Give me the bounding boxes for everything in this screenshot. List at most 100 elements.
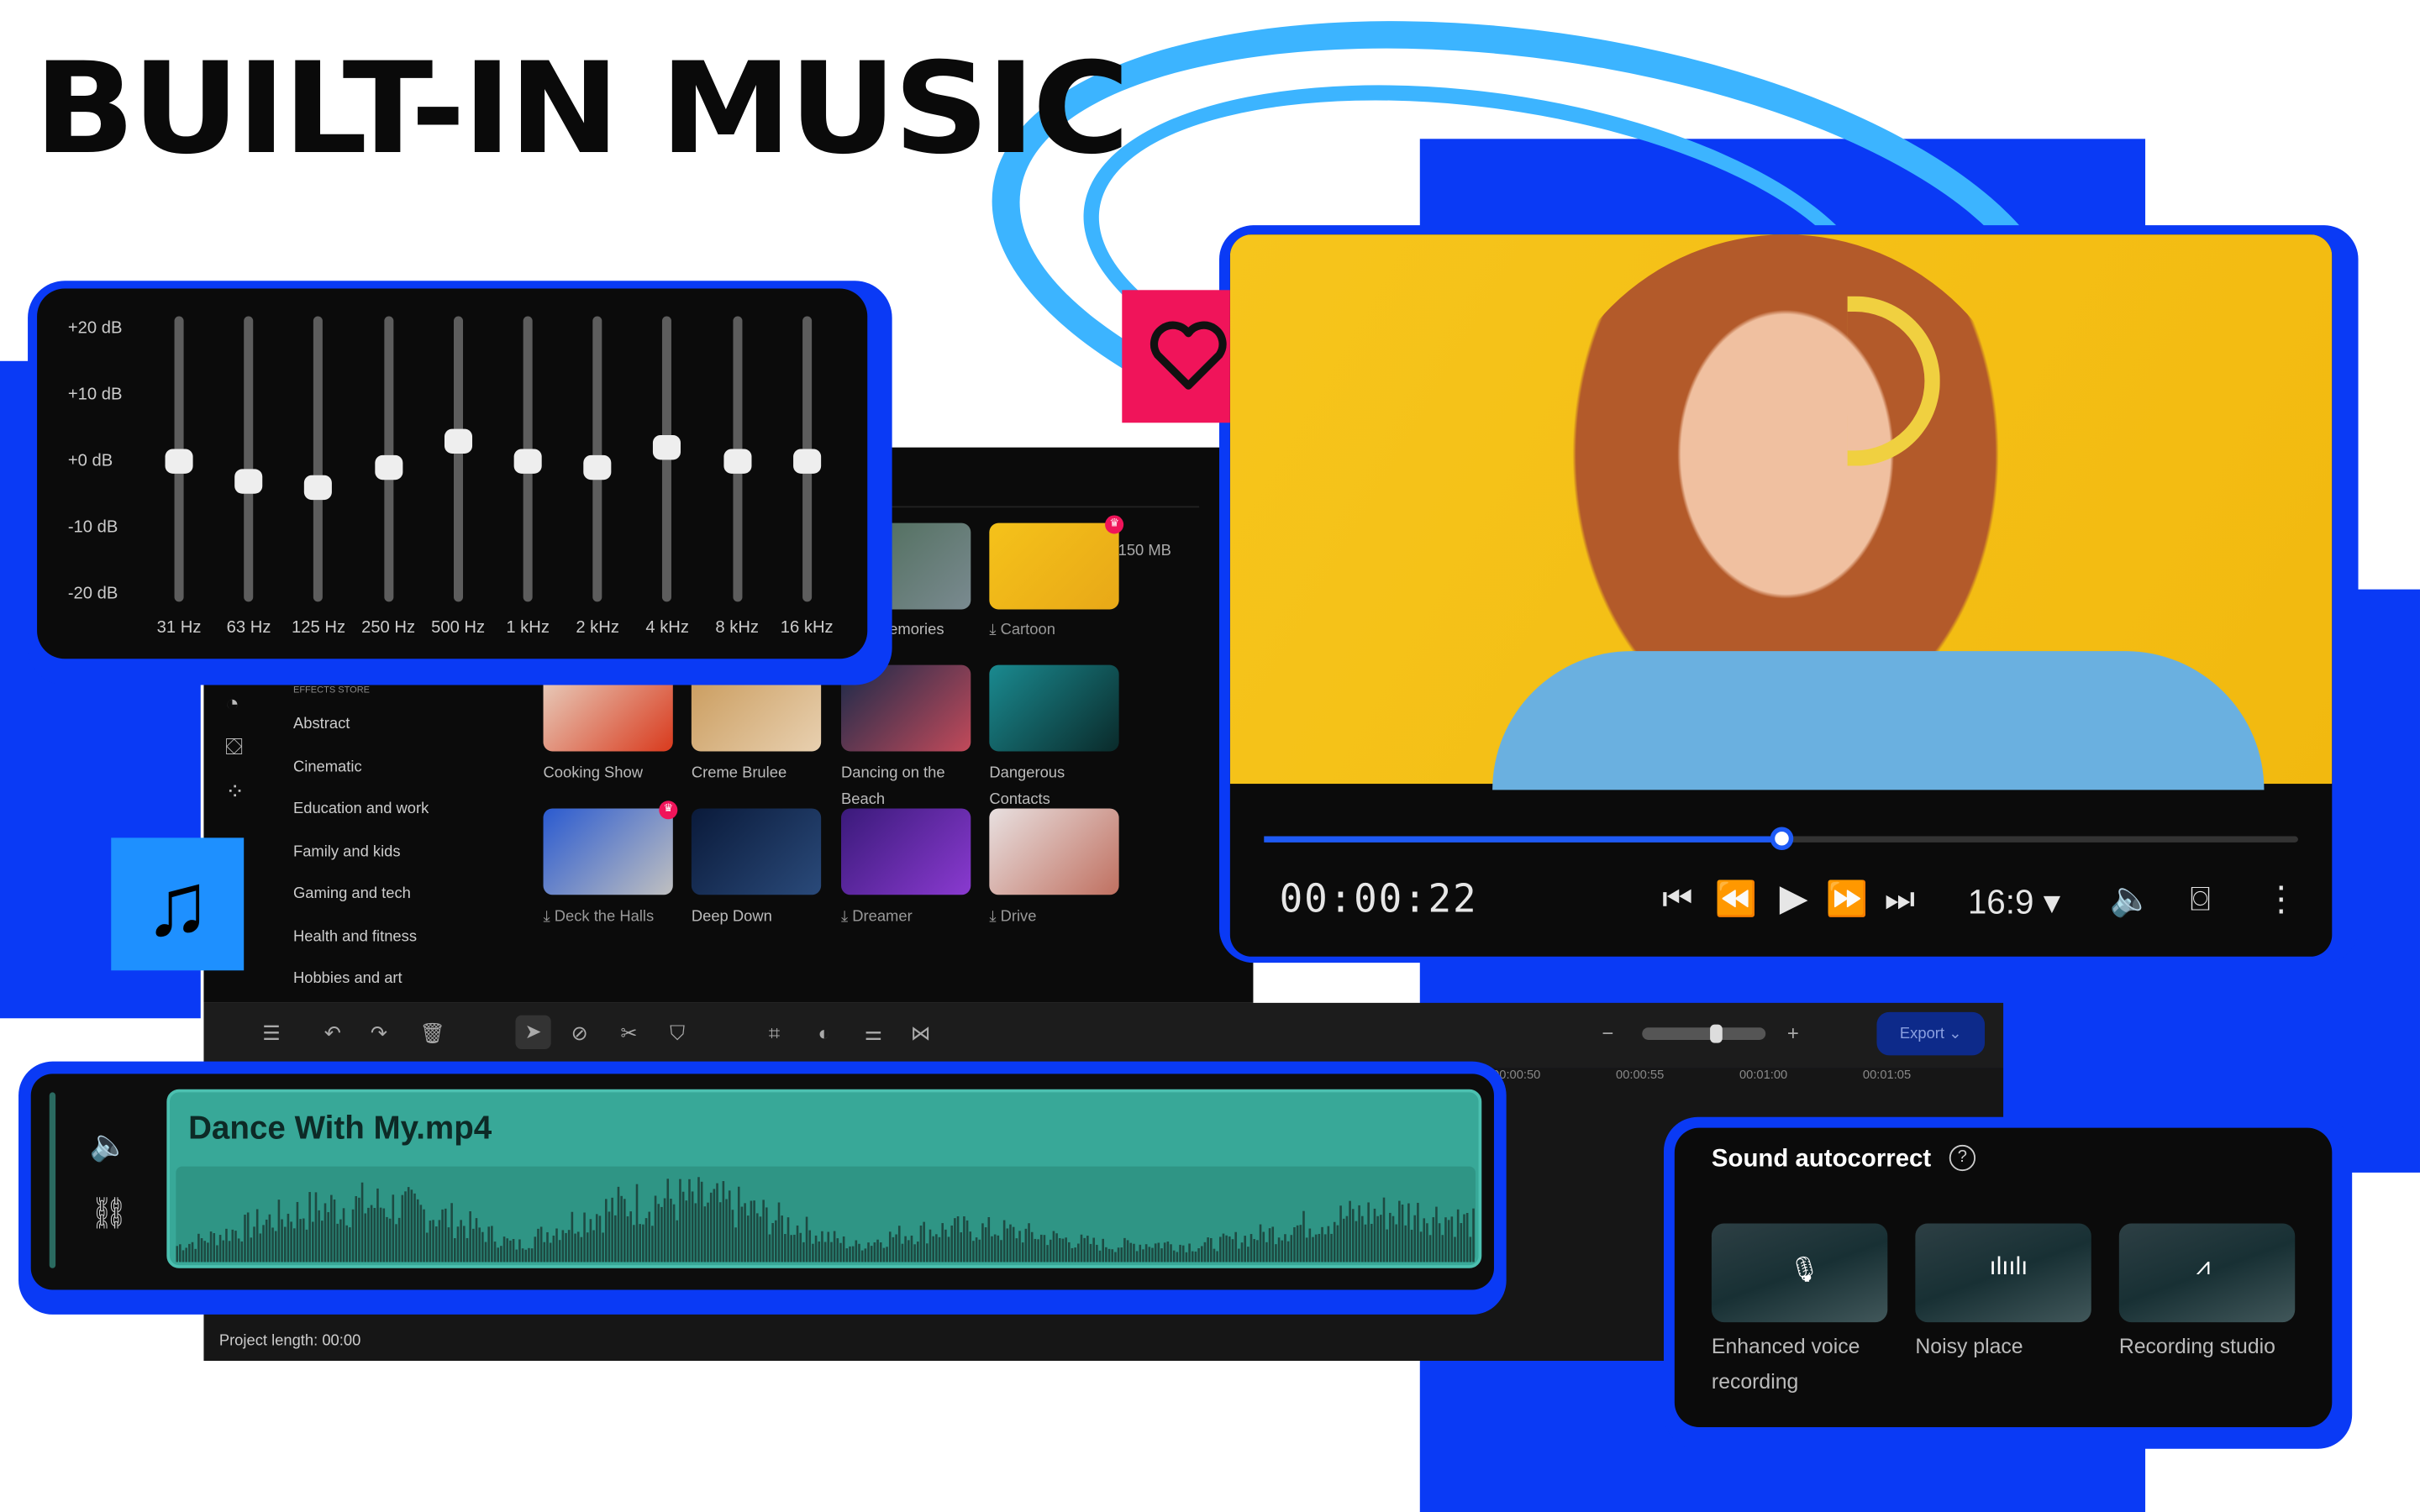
preset-enhanced-voice[interactable]: 🎙: [1711, 1223, 1888, 1323]
skip-back-icon[interactable]: ⏮: [1662, 879, 1692, 920]
download-icon[interactable]: ⤓: [989, 909, 1000, 926]
waveform-bar: [419, 1205, 423, 1263]
category-item[interactable]: Family and kids: [293, 843, 401, 860]
track-title[interactable]: Deep Down: [692, 904, 830, 930]
category-item[interactable]: Abstract: [293, 716, 350, 732]
zoom-slider[interactable]: [1642, 1024, 1766, 1043]
waveform-bar: [981, 1223, 984, 1263]
undo-icon[interactable]: ↶: [324, 1021, 341, 1046]
track-thumbnail[interactable]: ♛: [543, 801, 678, 895]
redo-icon[interactable]: ↷: [371, 1021, 387, 1046]
waveform-bar: [537, 1228, 539, 1263]
track-title[interactable]: ⤓ Deck the Halls: [544, 904, 682, 930]
apps-icon[interactable]: ⁘: [225, 778, 245, 806]
skip-forward-icon[interactable]: ⏭: [1885, 879, 1915, 920]
shield-icon[interactable]: ⛉: [670, 1021, 685, 1046]
eq-slider-handle[interactable]: [723, 449, 751, 474]
waveform-bar: [438, 1220, 441, 1263]
eq-slider-track[interactable]: [453, 316, 463, 602]
track-title[interactable]: ⤓ Drive: [989, 904, 1128, 930]
track-thumbnail[interactable]: [691, 808, 822, 895]
download-icon[interactable]: ⤓: [841, 909, 852, 926]
crop-icon[interactable]: ⌗: [769, 1021, 780, 1046]
waveform-bar: [200, 1238, 203, 1263]
volume-icon[interactable]: 🔈: [2110, 879, 2152, 920]
track-title[interactable]: Creme Brulee: [692, 761, 830, 787]
eq-slider-handle[interactable]: [444, 428, 472, 454]
track-title[interactable]: Dangerous Contacts: [989, 761, 1128, 813]
track-thumbnail[interactable]: [841, 808, 971, 895]
track-title[interactable]: ⤓ Cartoon: [989, 617, 1128, 643]
cut-icon[interactable]: ✂: [620, 1021, 637, 1046]
waveform-bar: [1046, 1245, 1049, 1263]
waveform-bar: [975, 1237, 978, 1263]
seek-handle[interactable]: [1770, 827, 1794, 851]
preset-recording-studio[interactable]: ⩘: [2118, 1223, 2296, 1323]
eq-slider-track[interactable]: [244, 316, 254, 602]
waveform-bar: [886, 1247, 888, 1263]
eq-slider-track[interactable]: [313, 316, 324, 602]
waveform-bar: [1009, 1224, 1012, 1263]
marker-icon[interactable]: ⊘: [571, 1021, 588, 1046]
waveform-bar: [1284, 1234, 1286, 1263]
help-icon[interactable]: ?: [1949, 1144, 1976, 1172]
track-title[interactable]: Dancing on the Beach: [841, 761, 980, 813]
category-item[interactable]: Health and fitness: [293, 928, 417, 945]
category-item[interactable]: Gaming and tech: [293, 885, 411, 902]
select-tool-icon[interactable]: ➤: [515, 1015, 551, 1049]
waveform-bar: [1321, 1226, 1323, 1263]
eq-band-label: 2 kHz: [576, 618, 619, 638]
adjust-icon[interactable]: ⚌: [865, 1021, 882, 1046]
eq-slider-handle[interactable]: [304, 475, 333, 501]
waveform-bar: [555, 1228, 558, 1263]
category-item[interactable]: Education and work: [293, 801, 429, 817]
volume-icon[interactable]: 🔈: [90, 1126, 129, 1165]
unlink-icon[interactable]: ⛓: [90, 1194, 129, 1233]
add-track-icon[interactable]: ☰: [262, 1021, 280, 1046]
eq-slider-handle[interactable]: [513, 449, 542, 474]
zoom-out-icon[interactable]: −: [1602, 1021, 1614, 1045]
waveform-bar: [360, 1182, 364, 1263]
zoom-slider-handle[interactable]: [1710, 1024, 1723, 1043]
eq-slider-handle[interactable]: [583, 455, 612, 480]
waveform-bar: [1203, 1242, 1207, 1263]
track-title[interactable]: Cooking Show: [544, 761, 682, 787]
waveform-bar: [1222, 1233, 1225, 1263]
track-thumbnail[interactable]: [989, 808, 1119, 895]
seek-bar[interactable]: [1264, 827, 2298, 851]
waveform-bar: [972, 1241, 975, 1263]
waveform-bar: [709, 1192, 713, 1263]
zoom-in-icon[interactable]: +: [1787, 1021, 1799, 1045]
effects-icon[interactable]: ◔: [225, 691, 239, 717]
fast-forward-icon[interactable]: ⏩: [1826, 879, 1868, 920]
waveform-bar: [1049, 1239, 1052, 1263]
rewind-icon[interactable]: ⏪: [1715, 879, 1757, 920]
audio-clip[interactable]: Dance With My.mp4: [166, 1089, 1482, 1268]
eq-slider-handle[interactable]: [234, 469, 263, 494]
waveform-bar: [1181, 1245, 1185, 1263]
track-thumbnail[interactable]: ♛: [989, 515, 1124, 610]
eq-slider-handle[interactable]: [165, 449, 193, 474]
delete-icon[interactable]: 🗑: [420, 1021, 445, 1046]
play-icon[interactable]: ▶: [1780, 876, 1808, 921]
waveform-bar: [1197, 1248, 1200, 1263]
eq-slider-handle[interactable]: [653, 435, 681, 461]
download-icon[interactable]: ⤓: [989, 622, 1000, 638]
track-thumbnail[interactable]: [989, 664, 1119, 752]
more-icon[interactable]: ⋮: [2264, 879, 2297, 920]
transition-icon[interactable]: ⋈: [911, 1021, 931, 1046]
eq-slider-handle[interactable]: [374, 455, 402, 480]
download-icon[interactable]: ⤓: [544, 909, 555, 926]
aspect-ratio-select[interactable]: 16:9 ▾: [1968, 883, 2060, 923]
category-item[interactable]: Hobbies and art: [293, 970, 402, 987]
category-item[interactable]: Cinematic: [293, 759, 362, 775]
store-icon[interactable]: ⛋: [225, 734, 243, 760]
waveform-bar: [1349, 1200, 1351, 1263]
waveform-bar: [827, 1231, 830, 1263]
track-title[interactable]: ⤓ Dreamer: [841, 904, 980, 930]
camera-icon[interactable]: ⌼: [2190, 879, 2210, 920]
preset-noisy-place[interactable]: ılıılı: [1915, 1223, 2091, 1323]
eq-slider-handle[interactable]: [792, 449, 821, 474]
export-button[interactable]: Export ⌄: [1876, 1011, 1986, 1056]
color-icon[interactable]: ◐: [818, 1021, 829, 1045]
